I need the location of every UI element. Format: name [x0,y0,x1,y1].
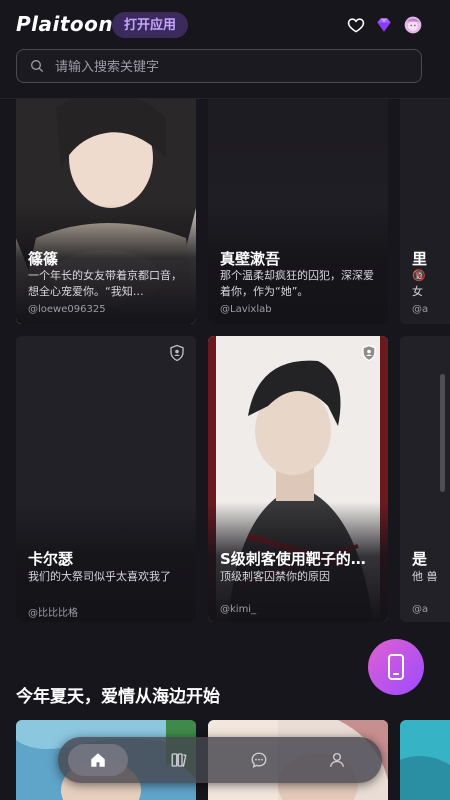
top-header: Plaitoon 打开应用 [0,0,450,99]
card-title: 卡尔瑟 [28,550,74,568]
shield-icon [170,344,184,362]
nav-chat[interactable] [229,744,289,776]
heart-icon[interactable] [346,15,366,35]
phone-app-button[interactable] [368,639,424,695]
card-author[interactable]: @Lavixlab [220,304,272,315]
brand-logo[interactable]: Plaitoon [16,12,113,36]
card-description: 我们的大祭司似乎太喜欢我了 [28,570,171,583]
card-title: 篠篠 [28,250,59,268]
profile-icon [329,752,345,767]
card-title: 里 [412,250,428,268]
nav-profile[interactable] [307,744,367,776]
character-card[interactable]: 篠篠 一个年长的女友带着京都口音，想全心宠爱你。“我知… @loewe09632… [16,88,196,324]
card-description: 他 兽 [412,570,438,583]
character-portrait [400,720,450,800]
home-icon [91,753,105,767]
bottom-nav [58,737,382,783]
search-icon [31,60,43,72]
library-icon [171,753,187,767]
nav-library[interactable] [149,744,209,776]
phone-icon [388,654,404,680]
card-title: S级刺客使用靶子的… [220,550,366,568]
open-app-button[interactable]: 打开应用 [112,12,189,38]
character-card[interactable] [400,720,450,800]
card-author[interactable]: @比比比格 [28,604,78,619]
character-card[interactable]: 里 🔞 女 @a [400,88,450,324]
scrollbar-thumb[interactable] [440,374,445,492]
card-author[interactable]: @kimi_ [220,604,256,615]
diamond-icon[interactable] [374,15,394,35]
character-card[interactable]: 真壁漱吾 那个温柔却疯狂的囚犯，深深爱着你，作为“她”。 @Lavixlab [208,88,388,324]
nav-home[interactable] [68,744,128,776]
card-description: 顶级刺客囚禁你的原因 [220,570,330,583]
card-description: 那个温柔却疯狂的囚犯，深深爱着你，作为“她”。 [220,269,374,298]
character-card[interactable]: 卡尔瑟 我们的大祭司似乎太喜欢我了 @比比比格 [16,336,196,622]
card-author[interactable]: @loewe096325 [28,304,106,315]
card-title: 真壁漱吾 [220,250,281,268]
card-author[interactable]: @a [412,604,428,615]
search-input[interactable] [53,50,417,84]
card-title: 是 [412,550,428,568]
card-description: 一个年长的女友带着京都口音，想全心宠爱你。“我知… [28,269,182,298]
card-author[interactable]: @a [412,304,428,315]
card-description: 🔞 女 [412,269,426,298]
section-title: 今年夏天，爱情从海边开始 [16,687,220,707]
chat-icon [251,752,267,768]
shield-icon [362,344,376,362]
character-card[interactable]: S级刺客使用靶子的… 顶级刺客囚禁你的原因 @kimi_ [208,336,388,622]
search-bar[interactable] [16,49,422,84]
user-avatar[interactable] [403,15,423,35]
